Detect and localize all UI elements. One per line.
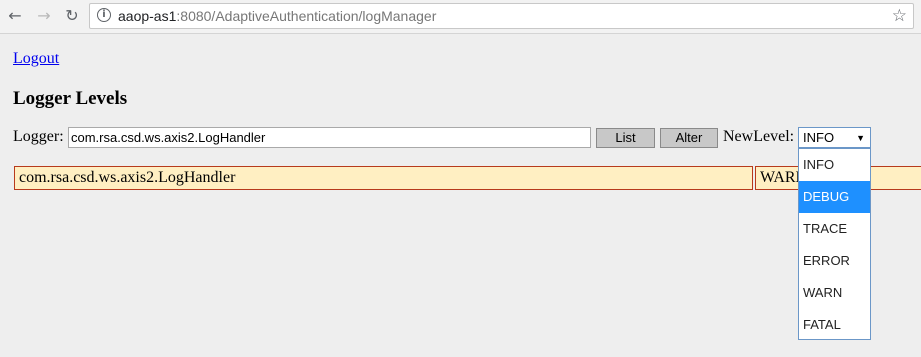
info-icon[interactable]: i [97,8,111,22]
logout-link[interactable]: Logout [13,50,59,68]
page-title: Logger Levels [13,88,128,109]
logger-input[interactable] [68,127,591,148]
reload-icon[interactable]: ↻ [62,6,82,26]
option-info[interactable]: INFO [799,149,870,181]
alter-button[interactable]: Alter [660,128,718,148]
browser-toolbar: ← → ↻ i aaop-as1:8080/AdaptiveAuthentica… [0,0,921,34]
option-debug[interactable]: DEBUG [799,181,870,213]
option-trace[interactable]: TRACE [799,213,870,245]
url-text[interactable]: aaop-as1:8080/AdaptiveAuthentication/log… [118,8,436,25]
logger-label: Logger: [13,128,64,145]
newlevel-dropdown-list: INFO DEBUG TRACE ERROR WARN FATAL [798,148,871,340]
url-path: :8080/AdaptiveAuthentication/logManager [176,8,437,24]
option-fatal[interactable]: FATAL [799,309,870,341]
newlevel-selected-value: INFO [803,130,835,145]
back-icon[interactable]: ← [5,6,25,26]
newlevel-select[interactable]: INFO ▼ [798,127,871,148]
result-logger-cell: com.rsa.csd.ws.axis2.LogHandler [14,166,753,190]
bookmark-star-icon[interactable]: ☆ [892,6,907,26]
list-button[interactable]: List [596,128,655,148]
dropdown-arrow-icon: ▼ [856,133,865,143]
newlevel-label: NewLevel: [723,128,795,145]
option-warn[interactable]: WARN [799,277,870,309]
url-host: aaop-as1 [118,8,177,24]
option-error[interactable]: ERROR [799,245,870,277]
forward-icon[interactable]: → [34,6,54,26]
address-bar[interactable]: i aaop-as1:8080/AdaptiveAuthentication/l… [89,3,914,29]
